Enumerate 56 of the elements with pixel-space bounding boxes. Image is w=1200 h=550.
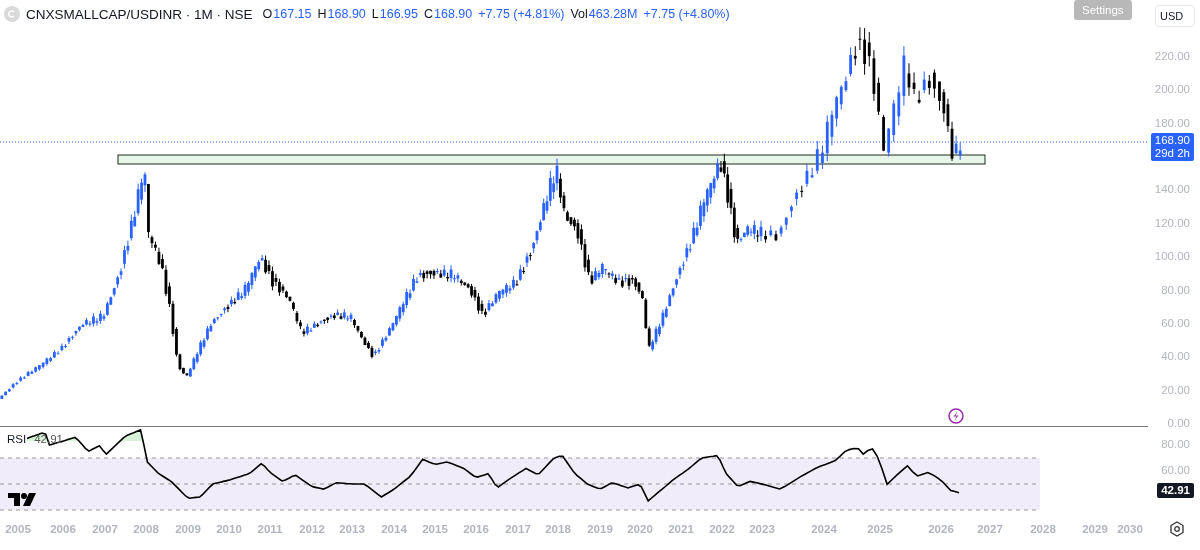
time-axis-label: 2007 [91, 523, 119, 535]
time-axis-label: 2025 [866, 523, 894, 535]
price-axis-label: 180.00 [1154, 116, 1190, 129]
symbol-title[interactable]: CNXSMALLCAP/USDINR · 1M · NSE [26, 6, 253, 22]
time-axis-label: 2023 [748, 523, 776, 535]
time-axis-label: 2022 [708, 523, 736, 535]
time-axis-label: 2016 [462, 523, 490, 535]
tradingview-logo [8, 493, 36, 506]
time-axis-label: 2028 [1029, 523, 1057, 535]
time-axis-label: 2009 [174, 523, 202, 535]
price-change: +7.75 (+4.81%) [478, 7, 565, 21]
time-axis-label: 2011 [256, 523, 284, 535]
time-axis-label: 2014 [380, 523, 408, 535]
time-axis-label: 2018 [544, 523, 572, 535]
time-axis-label: 2027 [976, 523, 1004, 535]
volume-change: +7.75 (+4.80%) [643, 7, 730, 21]
price-axis-label: 60.00 [1161, 316, 1190, 329]
time-axis-label: 2019 [586, 523, 614, 535]
price-axis-label: 200.00 [1154, 83, 1190, 96]
price-axis-label: 140.00 [1154, 183, 1190, 196]
ohlc-value: O167.15 [262, 7, 312, 21]
time-axis-label: 2026 [927, 523, 955, 535]
settings-icon[interactable] [1169, 521, 1185, 537]
time-axis-label: 2015 [421, 523, 449, 535]
time-axis-label: 2024 [810, 523, 838, 535]
time-axis-label: 2013 [338, 523, 366, 535]
price-axis-label: 100.00 [1154, 250, 1190, 263]
time-axis-label: 2021 [667, 523, 695, 535]
time-axis-label: 2029 [1081, 523, 1109, 535]
countdown: 29d 2h [1154, 147, 1190, 160]
time-axis-label: 2005 [4, 523, 32, 535]
price-axis-label: 120.00 [1154, 216, 1190, 229]
price-axis-label: 80.00 [1161, 283, 1190, 296]
time-axis-label: 2010 [215, 523, 243, 535]
indicator-name[interactable]: RSI [7, 433, 27, 445]
last-price: 168.90 [1154, 134, 1190, 147]
time-axis-label: 2008 [132, 523, 160, 535]
rsi-axis-label: 80.00 [1161, 438, 1190, 450]
volume-value: Vol463.28M [570, 7, 638, 21]
time-axis-label: 2012 [298, 523, 326, 535]
time-axis-label: 2017 [504, 523, 532, 535]
time-axis-label: 2006 [49, 523, 77, 535]
rsi-value-tag: 42.91 [1157, 483, 1194, 498]
symbol-logo [4, 6, 20, 22]
time-axis-label: 2020 [626, 523, 654, 535]
ohlc-value: H168.90 [317, 7, 366, 21]
lightning-icon[interactable] [948, 408, 964, 424]
price-axis-label: 40.00 [1161, 350, 1190, 363]
ohlc-value: L166.95 [371, 7, 418, 21]
ohlc-value: C168.90 [423, 7, 473, 21]
currency-button[interactable]: USD [1155, 5, 1195, 27]
time-axis-label: 2030 [1116, 523, 1144, 535]
price-axis-label: 220.00 [1154, 50, 1190, 63]
price-axis-label: 0.00 [1167, 417, 1190, 429]
price-axis-label: 20.00 [1161, 383, 1190, 396]
rsi-axis-label: 60.00 [1161, 464, 1190, 476]
